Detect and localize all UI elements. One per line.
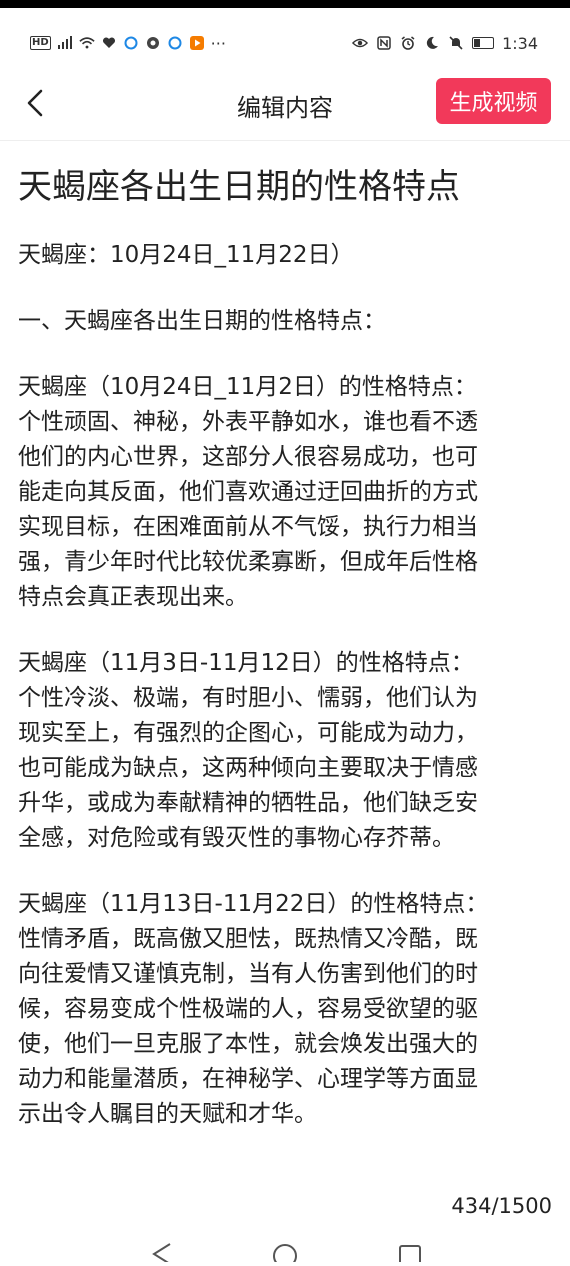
system-recents-icon[interactable] (398, 1242, 422, 1266)
paragraph-line: 能走向其反面，他们喜欢通过迂回曲折的方式 (18, 479, 478, 505)
paragraph-line: 一、天蝎座各出生日期的性格特点： (18, 308, 386, 334)
paragraph-line: 候，容易变成个性极端的人，容易受欲望的驱 (18, 996, 478, 1022)
paragraph-line: 天蝎座（11月13日-11月22日）的性格特点： (18, 891, 489, 917)
article-paragraph[interactable]: 天蝎座（10月24日_11月2日）的性格特点： 个性顽固、神秘，外表平静如水，谁也… (18, 370, 554, 615)
article-body[interactable]: 天蝎座：10月24日_11月22日） 一、天蝎座各出生日期的性格特点： 天蝎座（10… (18, 238, 554, 1132)
paragraph-line: 全感，对危险或有毁灭性的事物心存芥蒂。 (18, 825, 455, 851)
paragraph-line: 天蝎座：10月24日_11月22日） (18, 242, 354, 268)
eye-icon (352, 35, 369, 51)
paragraph-line: 个性顽固、神秘，外表平静如水，谁也看不透 (18, 409, 478, 435)
nfc-icon (376, 35, 392, 51)
moon-icon (424, 35, 440, 51)
paragraph-line: 也可能成为缺点，这两种倾向主要取决于情感 (18, 755, 478, 781)
status-left-icons: HD ··· (30, 34, 226, 53)
more-dots-icon: ··· (210, 33, 226, 53)
nav-divider (0, 140, 570, 141)
paragraph-line: 天蝎座（11月3日-11月12日）的性格特点： (18, 650, 474, 676)
app-icon (123, 35, 139, 51)
signal-icon (57, 35, 73, 51)
system-back-icon[interactable] (150, 1242, 174, 1266)
app-icon (145, 35, 161, 51)
paragraph-line: 升华，或成为奉献精神的牺牲品，他们缺乏安 (18, 790, 478, 816)
system-nav-bar (0, 1240, 570, 1266)
nav-bar: 编辑内容 生成视频 (0, 72, 570, 134)
generate-video-button[interactable]: 生成视频 (436, 78, 551, 124)
paragraph-line: 特点会真正表现出来。 (18, 584, 248, 610)
system-home-icon[interactable] (272, 1242, 298, 1266)
article-paragraph[interactable]: 一、天蝎座各出生日期的性格特点： (18, 304, 554, 339)
status-bar: HD ··· 1:34 (0, 26, 570, 60)
article-paragraph[interactable]: 天蝎座（11月13日-11月22日）的性格特点： 性情矛盾，既高傲又胆怯，既热情又… (18, 887, 554, 1132)
top-edge (0, 0, 570, 8)
paragraph-line: 现实至上，有强烈的企图心，可能成为动力， (18, 720, 478, 746)
battery-level (474, 39, 481, 47)
article-paragraph[interactable]: 天蝎座（11月3日-11月12日）的性格特点： 个性冷淡、极端，有时胆小、懦弱，他… (18, 646, 554, 856)
battery-icon (472, 37, 495, 49)
character-counter: 434/1500 (451, 1194, 552, 1218)
article-paragraph[interactable]: 天蝎座：10月24日_11月22日） (18, 238, 554, 273)
paragraph-line: 天蝎座（10月24日_11月2日）的性格特点： (18, 374, 477, 400)
wifi-icon (79, 35, 95, 51)
paragraph-line: 使，他们一旦克服了本性，就会焕发出强大的 (18, 1031, 478, 1057)
app-icon (167, 35, 183, 51)
article-editor[interactable]: 天蝎座各出生日期的性格特点 天蝎座：10月24日_11月22日） 一、天蝎座各出生… (18, 158, 554, 1163)
alarm-icon (400, 35, 416, 51)
paragraph-line: 实现目标，在困难面前从不气馁，执行力相当 (18, 514, 478, 540)
paragraph-line: 示出令人瞩目的天赋和才华。 (18, 1101, 317, 1127)
paragraph-line: 性情矛盾，既高傲又胆怯，既热情又冷酷，既 (18, 926, 478, 952)
mute-icon (448, 35, 464, 51)
status-time: 1:34 (502, 33, 538, 53)
paragraph-line: 动力和能量潜质，在神秘学、心理学等方面显 (18, 1066, 478, 1092)
paragraph-line: 向往爱情又谨慎克制，当有人伤害到他们的时 (18, 961, 478, 987)
play-icon (189, 35, 205, 51)
paragraph-line: 他们的内心世界，这部分人很容易成功，也可 (18, 444, 478, 470)
article-title[interactable]: 天蝎座各出生日期的性格特点 (18, 158, 554, 216)
hd-icon: HD (30, 36, 51, 50)
heart-icon (101, 35, 117, 51)
status-right-icons: 1:34 (352, 34, 538, 53)
paragraph-line: 强，青少年时代比较优柔寡断，但成年后性格 (18, 549, 478, 575)
paragraph-line: 个性冷淡、极端，有时胆小、懦弱，他们认为 (18, 685, 478, 711)
